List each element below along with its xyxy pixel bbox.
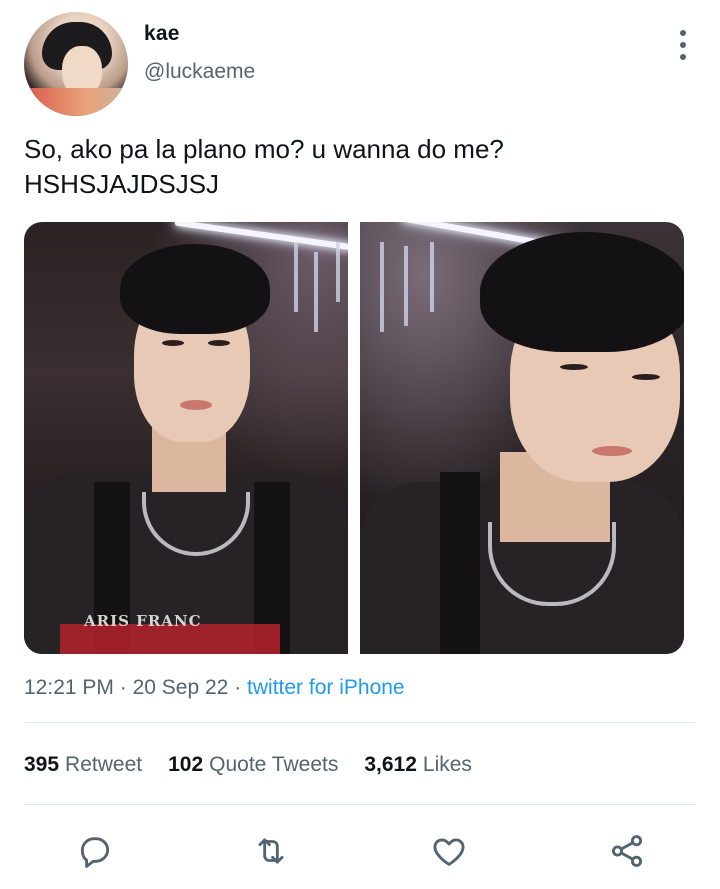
stage-light: [430, 242, 434, 312]
strap: [440, 472, 480, 654]
tweet-date: 20 Sep 22: [132, 676, 229, 699]
lips: [592, 446, 632, 456]
eye: [560, 364, 588, 370]
shirt-print-text: ARIS FRANC: [84, 612, 202, 630]
person-hair: [480, 232, 684, 352]
stage-light: [314, 252, 318, 332]
eye: [632, 374, 660, 380]
likes-stat[interactable]: 3,612 Likes: [364, 753, 472, 777]
reply-icon[interactable]: [72, 828, 118, 874]
more-options-icon[interactable]: [678, 30, 688, 60]
tweet-media: ARIS FRANC: [24, 222, 684, 654]
tweet-source-link[interactable]: twitter for iPhone: [247, 676, 405, 699]
retweet-icon[interactable]: [248, 828, 294, 874]
tweet-header: kae @luckaeme: [24, 12, 696, 116]
quote-label: Quote Tweets: [209, 753, 339, 776]
eye: [162, 340, 184, 346]
person-hair: [120, 244, 270, 334]
user-handle[interactable]: @luckaeme: [144, 60, 255, 84]
retweet-label: Retweet: [65, 753, 143, 776]
quote-count: 102: [168, 753, 204, 776]
tweet-actions: [24, 828, 696, 878]
retweets-stat[interactable]: 395 Retweet: [24, 753, 142, 777]
meta-separator: ·: [234, 676, 242, 699]
tweet-time: 12:21 PM: [24, 676, 114, 699]
tweet-stats: 395 Retweet 102 Quote Tweets 3,612 Likes: [24, 753, 472, 777]
like-label: Likes: [422, 753, 472, 776]
like-count: 3,612: [364, 753, 417, 776]
stage-light: [294, 242, 298, 312]
divider: [24, 804, 696, 805]
stage-light: [404, 246, 408, 326]
retweet-count: 395: [24, 753, 60, 776]
avatar[interactable]: [24, 12, 128, 116]
meta-separator: ·: [119, 676, 127, 699]
tweet-meta: 12:21 PM · 20 Sep 22 · twitter for iPhon…: [24, 676, 405, 700]
tweet-photo-2[interactable]: [360, 222, 684, 654]
display-name[interactable]: kae: [144, 22, 180, 46]
divider: [24, 722, 696, 723]
tweet-photo-1[interactable]: ARIS FRANC: [24, 222, 348, 654]
stage-light: [336, 242, 340, 302]
lips: [180, 400, 212, 410]
like-icon[interactable]: [426, 828, 472, 874]
quote-tweets-stat[interactable]: 102 Quote Tweets: [168, 753, 338, 777]
avatar-shirt: [24, 88, 128, 116]
eye: [208, 340, 230, 346]
stage-light: [380, 242, 384, 332]
tweet-text: So, ako pa la plano mo? u wanna do me? H…: [24, 134, 504, 199]
share-icon[interactable]: [604, 828, 650, 874]
